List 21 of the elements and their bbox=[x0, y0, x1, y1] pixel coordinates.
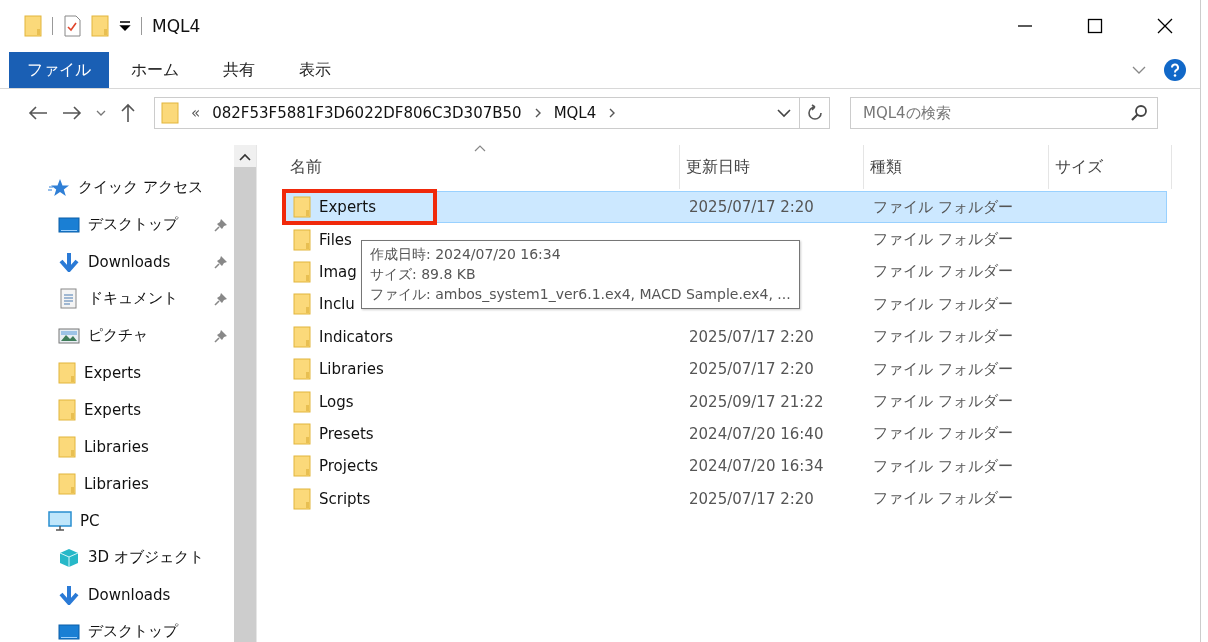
table-cell: 2024/07/20 16:40 bbox=[689, 424, 824, 443]
table-cell: ファイル フォルダー bbox=[873, 424, 1013, 444]
table-cell: ファイル フォルダー bbox=[873, 294, 1013, 314]
table-cell: 2025/07/17 2:20 bbox=[689, 327, 814, 346]
table-cell: ファイル フォルダー bbox=[873, 327, 1013, 347]
tooltip-text: サイズ: 89.8 KB bbox=[370, 265, 477, 284]
table-cell: ファイル フォルダー bbox=[873, 456, 1013, 476]
table-cell: ファイル フォルダー bbox=[873, 392, 1013, 412]
table-cell: ファイル フォルダー bbox=[873, 262, 1013, 282]
table-cell: ファイル フォルダー bbox=[873, 197, 1013, 217]
table-cell: ファイル フォルダー bbox=[873, 489, 1013, 509]
table-cell: 2025/07/17 2:20 bbox=[689, 198, 814, 217]
table-cell: 2024/07/20 16:34 bbox=[689, 457, 824, 476]
tooltip-text: 作成日時: 2024/07/20 16:34 bbox=[370, 245, 562, 264]
table-cell: 2025/07/17 2:20 bbox=[689, 360, 814, 379]
tooltip-text: ファイル: ambos_system1_ver6.1.ex4, MACD Sample.ex4, ... bbox=[370, 285, 791, 304]
table-cell: 2025/09/17 21:22 bbox=[689, 392, 824, 411]
table-cell: 2025/07/17 2:20 bbox=[689, 489, 814, 508]
table-cell: ファイル フォルダー bbox=[873, 359, 1013, 379]
table-cell: ファイル フォルダー bbox=[873, 230, 1013, 250]
window-title: MQL4 bbox=[152, 16, 201, 36]
